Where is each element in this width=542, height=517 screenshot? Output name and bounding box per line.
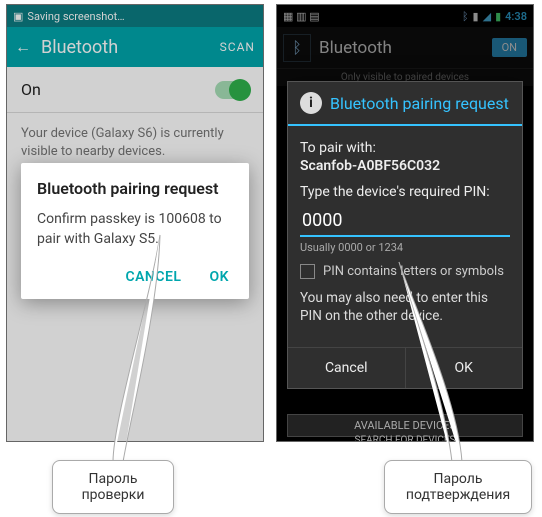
cancel-button[interactable]: Cancel — [288, 348, 405, 388]
pin-value: 0000 — [302, 210, 342, 231]
pin-input[interactable]: 0000 — [300, 210, 510, 237]
letters-checkbox-row[interactable]: PIN contains letters or symbols — [300, 264, 510, 279]
dialog-title: Bluetooth pairing request — [37, 179, 233, 198]
phone-left-screenshot: ▣ Saving screenshot… ← Bluetooth SCAN On… — [6, 4, 264, 442]
checkbox-label: PIN contains letters or symbols — [323, 264, 504, 279]
info-icon: i — [300, 92, 322, 114]
cancel-button[interactable]: CANCEL — [121, 263, 185, 291]
ok-button[interactable]: OK — [405, 348, 523, 388]
dialog-title: Bluetooth pairing request — [330, 94, 509, 113]
checkbox-icon[interactable] — [300, 264, 315, 279]
dialog-note: You may also need to enter this PIN on t… — [300, 289, 510, 325]
device-name: Scanfob-A0BF56C032 — [300, 158, 510, 174]
callout-right: Пароль подтверждения — [384, 460, 532, 514]
phone-right-screenshot: ▦ ▥ ▤ ᛒ ▮ ◢ ▮ 4:38 ᛒ Bluetooth ON Only v… — [276, 4, 534, 442]
pairing-dialog: i Bluetooth pairing request To pair with… — [287, 81, 523, 389]
callout-left: Пароль проверки — [52, 460, 174, 514]
ok-button[interactable]: OK — [205, 263, 233, 291]
available-devices-button[interactable]: AVAILABLE DEVICES — [287, 414, 523, 437]
pin-label: Type the device's required PIN: — [300, 184, 510, 200]
pair-with-label: To pair with: — [300, 140, 510, 156]
search-devices-button[interactable]: SEARCH FOR DEVICES — [287, 435, 523, 442]
pairing-dialog: Bluetooth pairing request Confirm passke… — [21, 163, 249, 299]
pin-hint: Usually 0000 or 1234 — [300, 241, 510, 254]
dialog-message: Confirm passkey is 100608 to pair with G… — [37, 210, 233, 249]
